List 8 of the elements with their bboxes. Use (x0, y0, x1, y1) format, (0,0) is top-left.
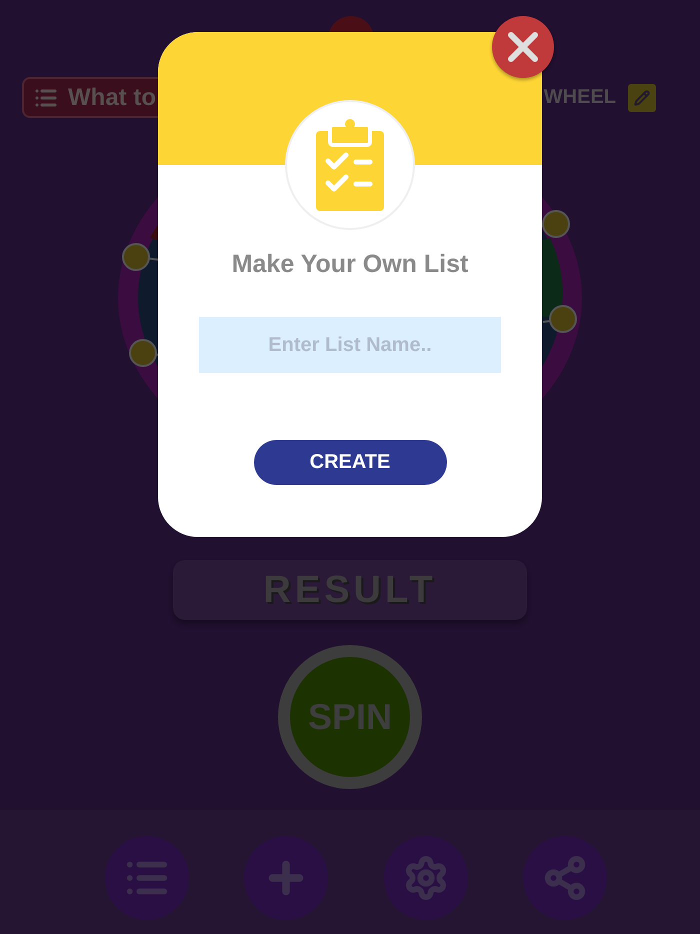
close-icon (506, 30, 540, 64)
clipboard-icon (316, 119, 384, 211)
create-button[interactable]: CREATE (254, 440, 446, 485)
edit-button[interactable] (628, 84, 656, 112)
wheel-title: WHEEL (544, 86, 616, 109)
spin-button[interactable]: SPIN (278, 645, 422, 789)
dialog-title: Make Your Own List (232, 250, 468, 279)
pencil-icon (634, 90, 650, 106)
